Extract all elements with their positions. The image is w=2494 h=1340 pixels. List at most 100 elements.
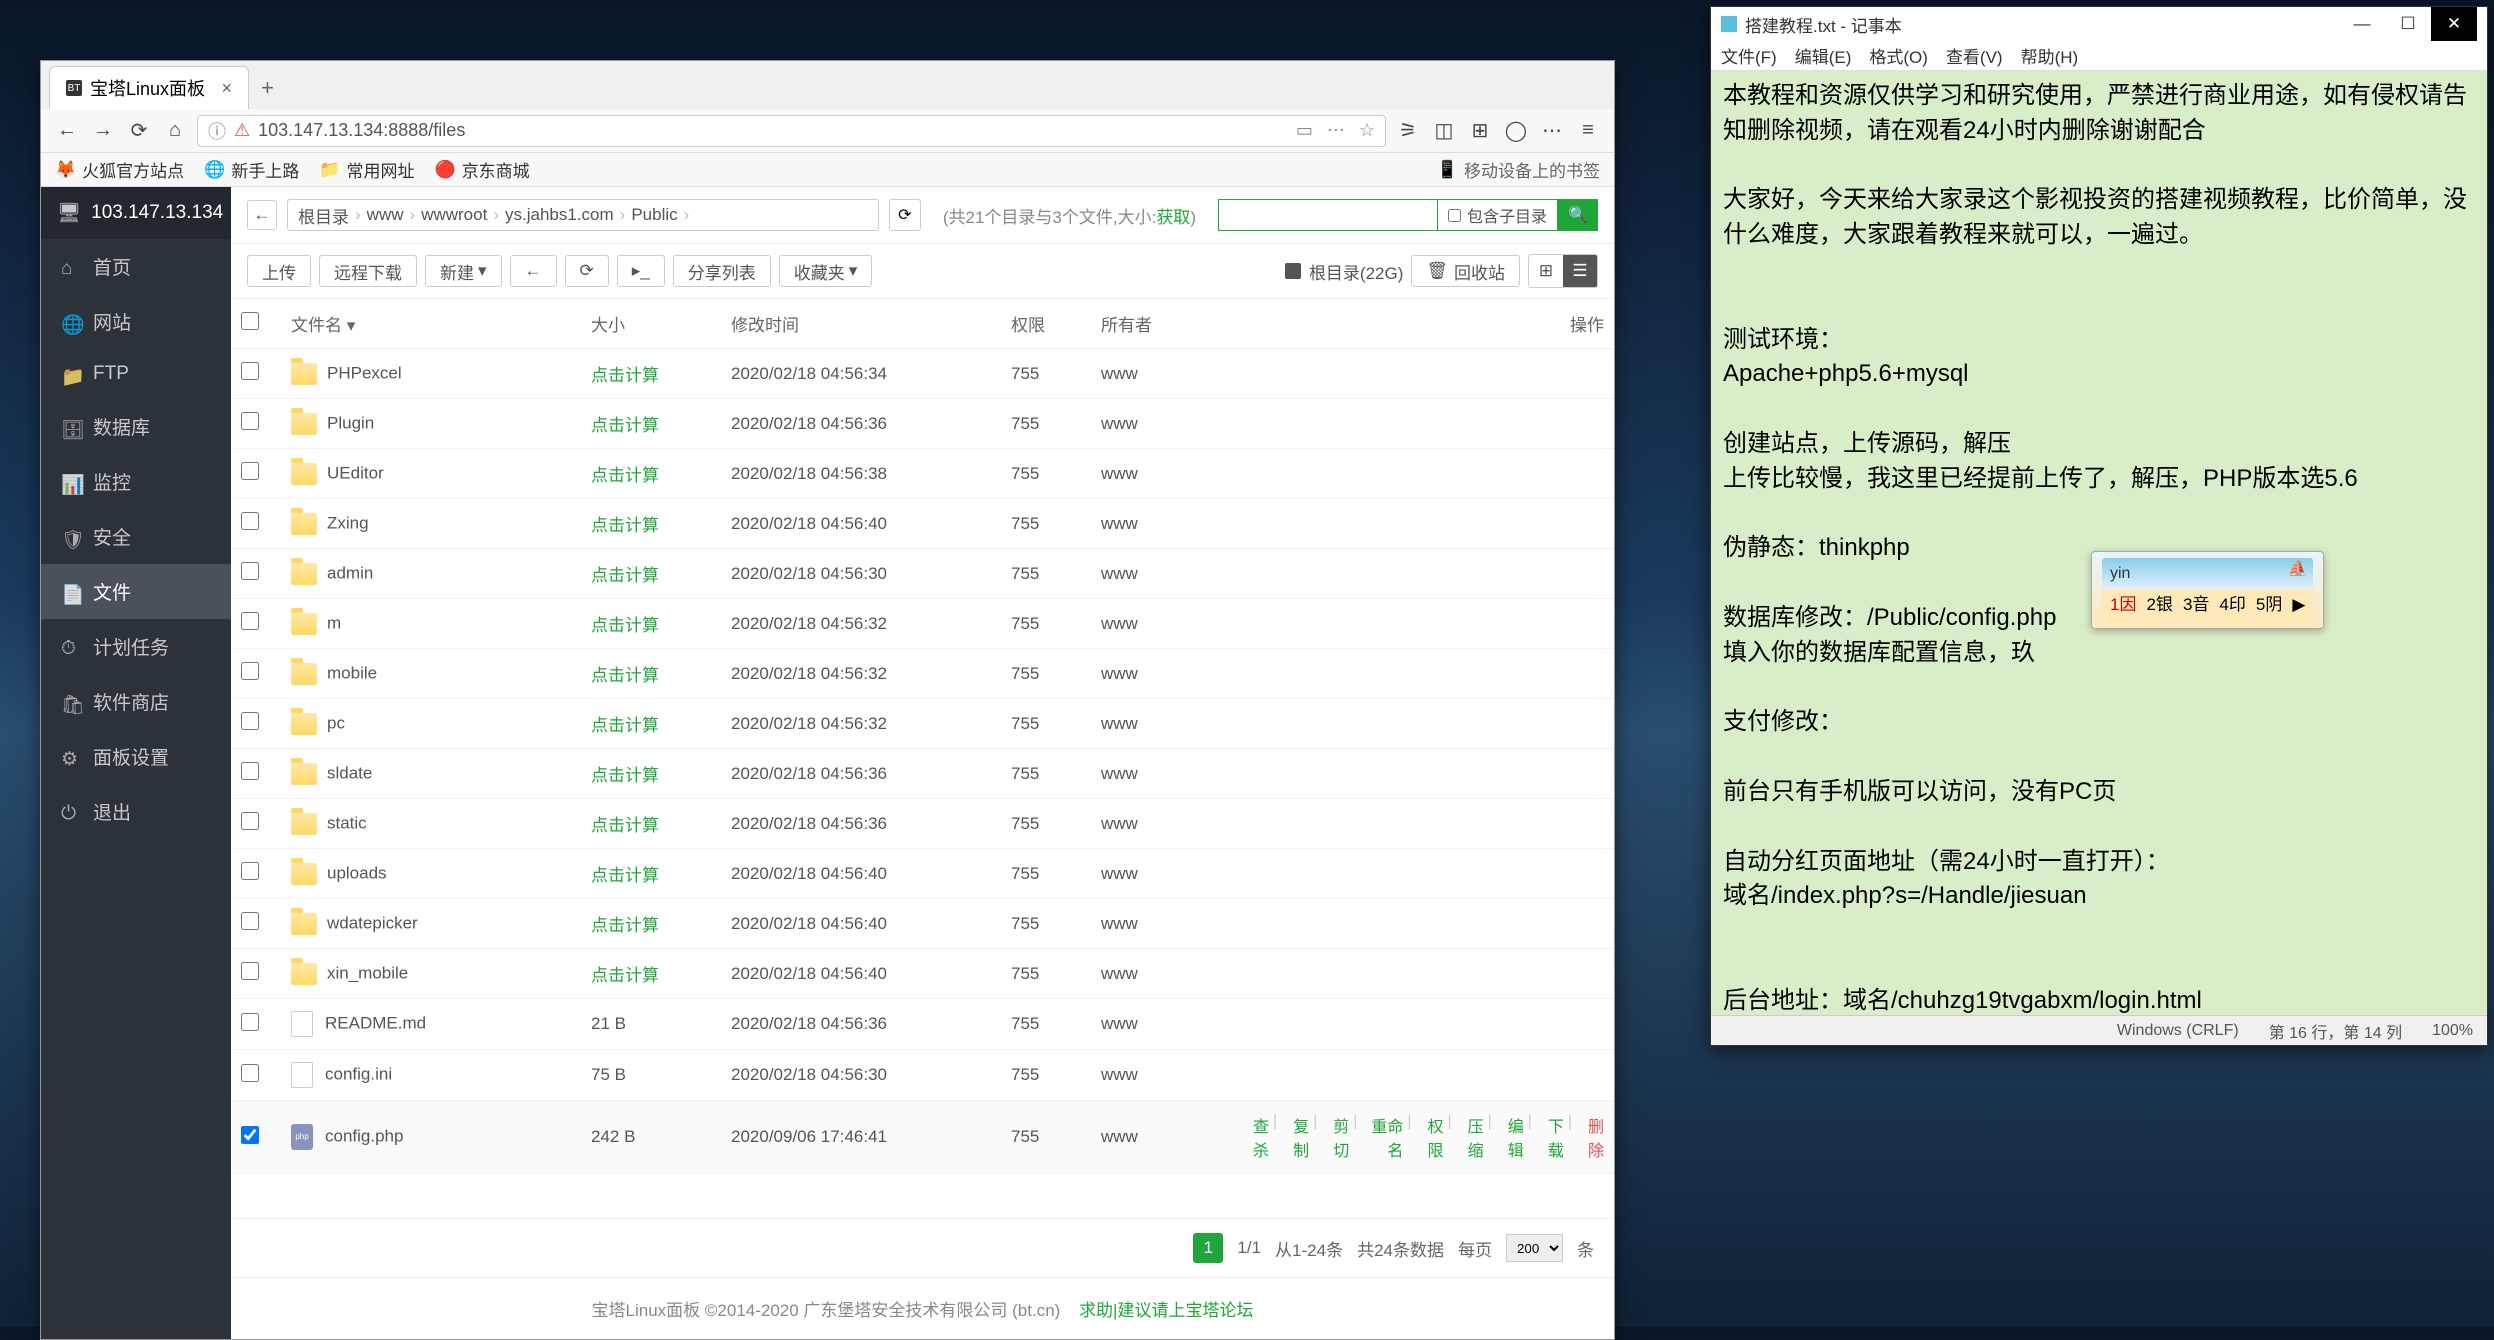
new-tab-button[interactable]: +: [249, 67, 286, 109]
sidebar-item-7[interactable]: ⏱计划任务: [41, 619, 231, 674]
row-checkbox[interactable]: [241, 862, 259, 880]
calc-size-link[interactable]: 点击计算: [591, 966, 659, 985]
file-name[interactable]: sldate: [327, 763, 372, 782]
file-name[interactable]: config.php: [325, 1126, 403, 1145]
file-name[interactable]: PHPexcel: [327, 363, 402, 382]
row-checkbox[interactable]: [241, 412, 259, 430]
minimize-button[interactable]: ―: [2339, 7, 2385, 41]
table-row[interactable]: wdatepicker点击计算2020/02/18 04:56:40755www: [231, 899, 1614, 949]
row-op[interactable]: 权限: [1416, 1113, 1444, 1161]
row-op[interactable]: 编辑: [1496, 1113, 1524, 1161]
sidebar-item-4[interactable]: 📊监控: [41, 454, 231, 509]
calc-size-link[interactable]: 点击计算: [591, 516, 659, 535]
row-op[interactable]: 复制: [1281, 1113, 1309, 1161]
row-checkbox[interactable]: [241, 562, 259, 580]
url-box[interactable]: ⓘ ⚠ 103.147.13.134:8888/files ▭ ⋯ ☆: [197, 115, 1386, 147]
sidebar-icon[interactable]: ◫: [1430, 117, 1458, 145]
sidebar-item-0[interactable]: ⌂首页: [41, 239, 231, 294]
ime-candidates[interactable]: 1因2银3音4印5阴▶: [2102, 589, 2313, 622]
forward-button[interactable]: →: [89, 117, 117, 145]
table-row[interactable]: UEditor点击计算2020/02/18 04:56:38755www: [231, 449, 1614, 499]
server-header[interactable]: 🖥 103.147.13.134 0: [41, 187, 231, 239]
favorites-button[interactable]: 收藏夹 ▾: [779, 255, 873, 287]
col-owner[interactable]: 所有者: [1091, 299, 1231, 349]
reload-button[interactable]: ⟳: [125, 117, 153, 145]
extensions-icon[interactable]: ⋯: [1538, 117, 1566, 145]
search-button[interactable]: 🔍: [1558, 199, 1598, 231]
row-checkbox[interactable]: [241, 762, 259, 780]
row-checkbox[interactable]: [241, 1013, 259, 1031]
crumb-part[interactable]: wwwroot: [421, 205, 487, 225]
col-mtime[interactable]: 修改时间: [721, 299, 1001, 349]
crumb-back-button[interactable]: ←: [247, 200, 277, 230]
sidebar-item-1[interactable]: 🌐网站: [41, 294, 231, 349]
reader-icon[interactable]: ▭: [1296, 120, 1313, 141]
upload-button[interactable]: 上传: [247, 255, 311, 287]
file-name[interactable]: Zxing: [327, 513, 369, 532]
row-checkbox[interactable]: [241, 662, 259, 680]
file-name[interactable]: UEditor: [327, 463, 384, 482]
table-row[interactable]: xin_mobile点击计算2020/02/18 04:56:40755www: [231, 949, 1614, 999]
table-row[interactable]: static点击计算2020/02/18 04:56:36755www: [231, 799, 1614, 849]
include-subdir-checkbox[interactable]: 包含子目录: [1438, 199, 1558, 231]
calc-size-link[interactable]: 点击计算: [591, 916, 659, 935]
calc-size-link[interactable]: 点击计算: [591, 766, 659, 785]
close-button[interactable]: ✕: [2431, 7, 2477, 41]
bookmark-star-icon[interactable]: ☆: [1359, 120, 1375, 141]
table-row[interactable]: uploads点击计算2020/02/18 04:56:40755www: [231, 849, 1614, 899]
calc-size-link[interactable]: 点击计算: [591, 366, 659, 385]
calc-size-link[interactable]: 点击计算: [591, 866, 659, 885]
file-name[interactable]: m: [327, 613, 341, 632]
menu-file[interactable]: 文件(F): [1721, 43, 1777, 68]
menu-format[interactable]: 格式(O): [1869, 43, 1928, 68]
row-checkbox[interactable]: [241, 1064, 259, 1082]
col-name[interactable]: 文件名 ▾: [281, 299, 581, 349]
col-perm[interactable]: 权限: [1001, 299, 1091, 349]
table-row[interactable]: phpconfig.php242 B2020/09/06 17:46:41755…: [231, 1101, 1614, 1174]
ime-candidate[interactable]: 5阴: [2256, 593, 2282, 618]
table-row[interactable]: Plugin点击计算2020/02/18 04:56:36755www: [231, 399, 1614, 449]
ime-candidate[interactable]: 2银: [2146, 593, 2172, 618]
row-checkbox[interactable]: [241, 1126, 259, 1144]
calc-size-link[interactable]: 点击计算: [591, 816, 659, 835]
calc-size-link[interactable]: 点击计算: [591, 416, 659, 435]
crumb-refresh-button[interactable]: ⟳: [889, 199, 921, 231]
row-op[interactable]: 剪切: [1321, 1113, 1349, 1161]
file-name[interactable]: admin: [327, 563, 373, 582]
menu-edit[interactable]: 编辑(E): [1795, 43, 1852, 68]
calc-size-link[interactable]: 点击计算: [591, 616, 659, 635]
maximize-button[interactable]: ☐: [2385, 7, 2431, 41]
row-checkbox[interactable]: [241, 462, 259, 480]
row-op[interactable]: 删除: [1576, 1113, 1604, 1161]
bookmark-item[interactable]: 🌐新手上路: [204, 157, 299, 182]
tab-close-icon[interactable]: ×: [221, 78, 232, 99]
disk-info[interactable]: 根目录(22G): [1285, 259, 1403, 284]
select-all-checkbox[interactable]: [241, 312, 259, 330]
page-1-button[interactable]: 1: [1193, 1233, 1223, 1263]
row-checkbox[interactable]: [241, 512, 259, 530]
table-row[interactable]: pc点击计算2020/02/18 04:56:32755www: [231, 699, 1614, 749]
terminal-button[interactable]: ▸_: [617, 255, 665, 287]
back-button[interactable]: ←: [53, 117, 81, 145]
ime-candidate[interactable]: 3音: [2183, 593, 2209, 618]
library-icon[interactable]: ⚞: [1394, 117, 1422, 145]
home-button[interactable]: ⌂: [161, 117, 189, 145]
tb-refresh-button[interactable]: ⟳: [565, 255, 609, 287]
row-checkbox[interactable]: [241, 612, 259, 630]
table-row[interactable]: m点击计算2020/02/18 04:56:32755www: [231, 599, 1614, 649]
sidebar-item-5[interactable]: 🛡安全: [41, 509, 231, 564]
notepad-body[interactable]: 本教程和资源仅供学习和研究使用，严禁进行商业用途，如有侵权请告知删除视频，请在观…: [1711, 71, 2487, 1015]
row-checkbox[interactable]: [241, 812, 259, 830]
bookmark-item[interactable]: 🔴京东商城: [435, 157, 530, 182]
file-name[interactable]: mobile: [327, 663, 377, 682]
mobile-bookmarks[interactable]: 📱移动设备上的书签: [1437, 157, 1600, 182]
sidebar-item-10[interactable]: ⏻退出: [41, 784, 231, 839]
ime-candidate[interactable]: 1因: [2110, 593, 2136, 618]
more-icon[interactable]: ⋯: [1327, 120, 1345, 141]
file-name[interactable]: config.ini: [325, 1064, 392, 1083]
forum-link[interactable]: 求助|建议请上宝塔论坛: [1079, 1301, 1253, 1320]
get-size-link[interactable]: 获取: [1156, 208, 1190, 227]
row-checkbox[interactable]: [241, 712, 259, 730]
tb-back-button[interactable]: ←: [510, 255, 557, 287]
sidebar-item-6[interactable]: 📄文件: [41, 564, 231, 619]
